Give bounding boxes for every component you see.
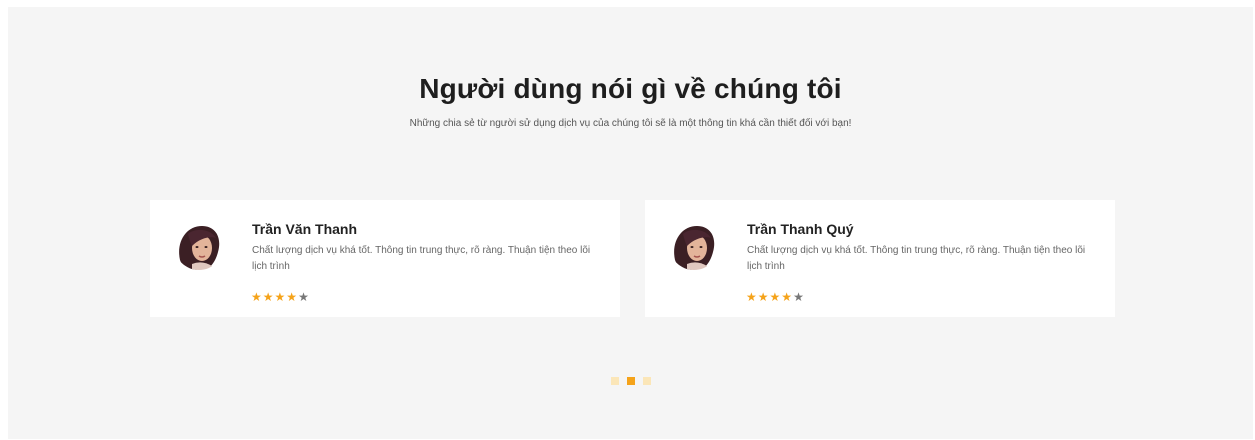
rating-stars: ★★★★★ bbox=[746, 291, 805, 303]
star-empty-icon: ★ bbox=[793, 290, 805, 304]
section-subtitle: Những chia sẻ từ người sử dụng dịch vụ c… bbox=[409, 118, 852, 129]
section-title: Người dùng nói gì về chúng tôi bbox=[419, 73, 842, 104]
reviewer-name: Trần Thanh Quý bbox=[747, 221, 854, 237]
carousel-dot[interactable] bbox=[642, 377, 651, 385]
star-filled-icon: ★ bbox=[262, 290, 275, 304]
avatar bbox=[669, 220, 719, 270]
rating-stars: ★★★★★ bbox=[251, 291, 310, 303]
star-filled-icon: ★ bbox=[286, 290, 299, 304]
carousel-dot[interactable] bbox=[610, 377, 619, 385]
star-filled-icon: ★ bbox=[746, 290, 758, 304]
avatar bbox=[174, 220, 224, 270]
star-filled-icon: ★ bbox=[274, 290, 287, 304]
star-empty-icon: ★ bbox=[298, 290, 310, 304]
star-filled-icon: ★ bbox=[757, 290, 770, 304]
reviewer-name: Trần Văn Thanh bbox=[252, 221, 358, 237]
carousel-dot[interactable] bbox=[626, 377, 635, 385]
testimonial-card: Trần Văn Thanh Chất lượng dịch vụ khá tố… bbox=[150, 200, 620, 317]
review-text: Chất lượng dịch vụ khá tốt. Thông tin tr… bbox=[747, 245, 1086, 272]
star-filled-icon: ★ bbox=[251, 290, 263, 304]
star-filled-icon: ★ bbox=[769, 290, 782, 304]
testimonial-card: Trần Thanh Quý Chất lượng dịch vụ khá tố… bbox=[645, 200, 1115, 317]
carousel-pagination bbox=[8, 377, 1253, 385]
testimonials-section: Người dùng nói gì về chúng tôi Những chi… bbox=[8, 7, 1253, 439]
review-text: Chất lượng dịch vụ khá tốt. Thông tin tr… bbox=[252, 245, 591, 272]
star-filled-icon: ★ bbox=[781, 290, 794, 304]
